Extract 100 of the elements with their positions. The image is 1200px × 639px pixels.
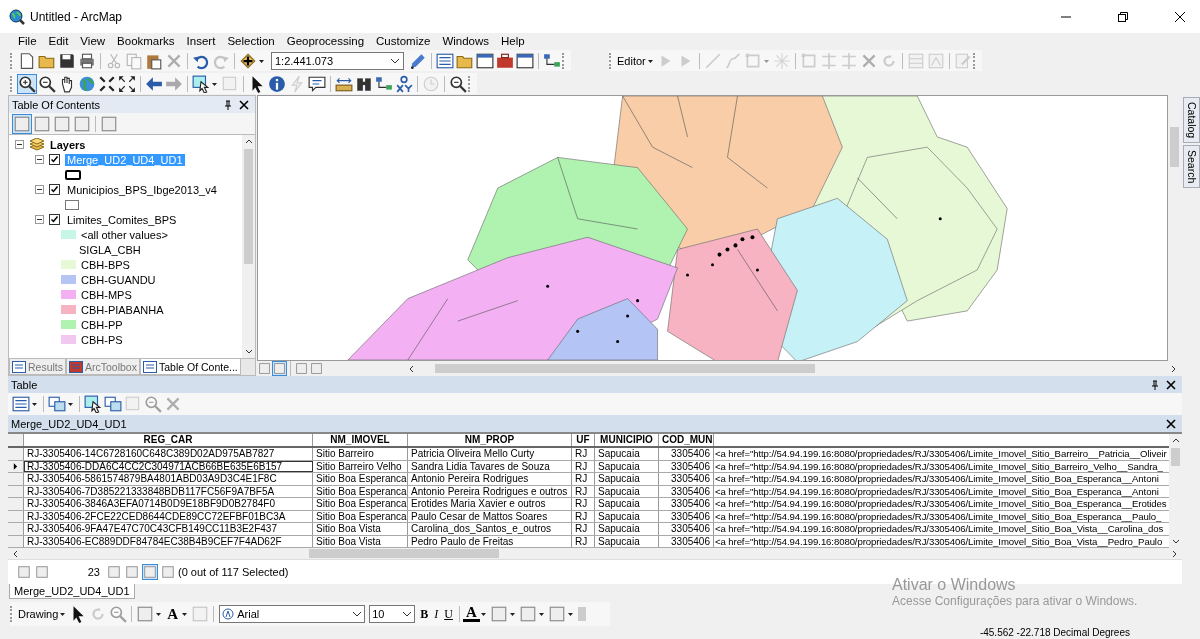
- font-dropdown[interactable]: Arial: [219, 605, 366, 623]
- table-cell: Sitio Boa Vista: [313, 535, 408, 547]
- row-selector-header[interactable]: [8, 434, 24, 446]
- diagram-icon[interactable]: [543, 51, 561, 70]
- text-style-button[interactable]: B: [417, 606, 432, 622]
- chevron-right-icon[interactable]: [1171, 548, 1179, 559]
- close-icon[interactable]: [1166, 379, 1176, 390]
- menu-item[interactable]: Edit: [48, 35, 76, 47]
- font-size-dropdown[interactable]: 10: [369, 605, 416, 623]
- panel-tab[interactable]: Table Of Conte...: [139, 359, 241, 375]
- panel-tab[interactable]: Results: [9, 359, 66, 375]
- table-cell: RJ-3305406-2FCE22CED8644CDE89CC72EFBF01BC3A: [24, 510, 313, 522]
- arrows-out-icon[interactable]: [118, 74, 136, 93]
- menu-item[interactable]: Help: [501, 35, 532, 47]
- toolbox-icon[interactable]: [496, 51, 514, 70]
- menu-item[interactable]: Geoprocessing: [286, 35, 372, 47]
- drawing-menu-button[interactable]: Drawing: [17, 608, 60, 620]
- console-window-icon[interactable]: [516, 51, 534, 70]
- font-color-button[interactable]: A: [462, 606, 480, 622]
- column-header[interactable]: UF: [572, 434, 595, 446]
- layer-checkbox[interactable]: [49, 184, 60, 195]
- delete-icon[interactable]: [164, 395, 182, 413]
- list-icon[interactable]: [12, 395, 30, 413]
- close-icon[interactable]: [1166, 418, 1176, 429]
- printer-icon[interactable]: [78, 51, 96, 70]
- switch-selection-icon[interactable]: [104, 395, 122, 413]
- menu-item[interactable]: File: [18, 35, 44, 47]
- column-header[interactable]: NM_IMOVEL: [313, 434, 408, 446]
- table-tab[interactable]: Merge_UD2_UD4_UD1: [11, 417, 127, 430]
- restore-icon[interactable]: [1117, 10, 1129, 23]
- select-features-icon[interactable]: [192, 74, 210, 93]
- chevron-left-icon[interactable]: [407, 363, 415, 374]
- tree-item[interactable]: Layers: [50, 138, 86, 151]
- legend-label: CBH-PP: [81, 318, 123, 331]
- zoom-selected-icon[interactable]: [109, 605, 128, 623]
- chevron-right-icon[interactable]: [1170, 363, 1178, 374]
- chevron-up-icon[interactable]: [243, 137, 254, 145]
- editor-menu-button[interactable]: Editor: [616, 54, 647, 67]
- xy-icon[interactable]: [395, 74, 413, 93]
- dock-tab[interactable]: Search: [1183, 145, 1200, 189]
- chevron-up-icon[interactable]: [1170, 436, 1181, 444]
- column-header[interactable]: MUNICIPIO: [595, 434, 659, 446]
- vertical-scrollbar[interactable]: [242, 135, 255, 358]
- zoom-in-icon[interactable]: [18, 74, 36, 93]
- zoom-selected-icon[interactable]: [144, 395, 162, 413]
- zoom-out-icon[interactable]: [38, 74, 56, 93]
- arrows-in-icon[interactable]: [98, 74, 116, 93]
- table-cell: RJ-3305406-9FA47E47C70C43CFB149CC11B3E2F437: [24, 523, 313, 535]
- table-tab[interactable]: Merge_UD2_UD4_UD1: [9, 584, 135, 599]
- collapse-icon[interactable]: [15, 140, 24, 149]
- close-icon[interactable]: [239, 99, 249, 110]
- pencil-tool-icon[interactable]: [409, 51, 427, 70]
- text-style-button[interactable]: U: [441, 606, 456, 622]
- menu-item[interactable]: Selection: [227, 35, 282, 47]
- magnifier-window-icon[interactable]: [449, 74, 467, 93]
- cross-node-icon[interactable]: [839, 51, 858, 70]
- add-data-icon[interactable]: [239, 51, 257, 70]
- collapse-icon[interactable]: [35, 185, 44, 194]
- table-cell: Antonio Pereira Rodrigues e outros: [408, 485, 572, 497]
- layer-name[interactable]: Limites_Comites_BPS: [65, 213, 179, 226]
- panel-tab[interactable]: ArcToolbox: [66, 359, 140, 375]
- select-table-icon[interactable]: [84, 395, 102, 413]
- menu-item[interactable]: Bookmarks: [117, 35, 182, 47]
- scrollbar-thumb[interactable]: [244, 149, 253, 264]
- square-nodes-icon[interactable]: [799, 51, 818, 70]
- column-header[interactable]: REG_CAR: [24, 434, 313, 446]
- column-header[interactable]: NM_PROP: [408, 434, 572, 446]
- scrollbar-thumb[interactable]: [1171, 448, 1180, 466]
- collapse-icon[interactable]: [35, 215, 44, 224]
- chevron-left-icon[interactable]: [11, 548, 19, 559]
- layer-name[interactable]: Municipios_BPS_Ibge2013_v4: [65, 183, 219, 196]
- menu-item[interactable]: Windows: [442, 35, 497, 47]
- collapse-icon[interactable]: [35, 155, 44, 164]
- scrollbar-thumb[interactable]: [1170, 127, 1179, 167]
- layer-checkbox[interactable]: [49, 214, 60, 225]
- save-icon[interactable]: [58, 51, 76, 70]
- route-icon[interactable]: [375, 74, 393, 93]
- pin-icon[interactable]: [1150, 379, 1160, 390]
- dock-tab[interactable]: Catalog: [1183, 97, 1200, 144]
- menu-item[interactable]: Insert: [186, 35, 223, 47]
- info-icon[interactable]: [268, 74, 286, 93]
- chevron-down-icon[interactable]: [1170, 538, 1181, 546]
- column-header[interactable]: COD_MUN: [659, 434, 714, 446]
- table-cell: 3305406: [659, 485, 714, 497]
- layer-checkbox[interactable]: [49, 154, 60, 165]
- globe-window-icon[interactable]: [476, 51, 494, 70]
- related-tables-icon[interactable]: [48, 395, 66, 413]
- pin-icon[interactable]: [223, 99, 233, 110]
- new-page-icon[interactable]: [18, 51, 36, 70]
- scale-dropdown[interactable]: 1:2.441.073: [271, 51, 404, 70]
- text-tool-button[interactable]: A: [164, 605, 182, 623]
- close-icon[interactable]: [1174, 10, 1186, 23]
- menu-item[interactable]: Customize: [376, 35, 438, 47]
- menu-item[interactable]: View: [80, 35, 113, 47]
- speech-bubble-icon[interactable]: [308, 74, 326, 93]
- scrollbar-thumb[interactable]: [309, 549, 499, 558]
- chevron-down-icon[interactable]: [243, 348, 254, 356]
- scrollbar-thumb[interactable]: [435, 364, 815, 373]
- table-window-icon[interactable]: [436, 51, 454, 70]
- text-style-button[interactable]: I: [431, 606, 442, 622]
